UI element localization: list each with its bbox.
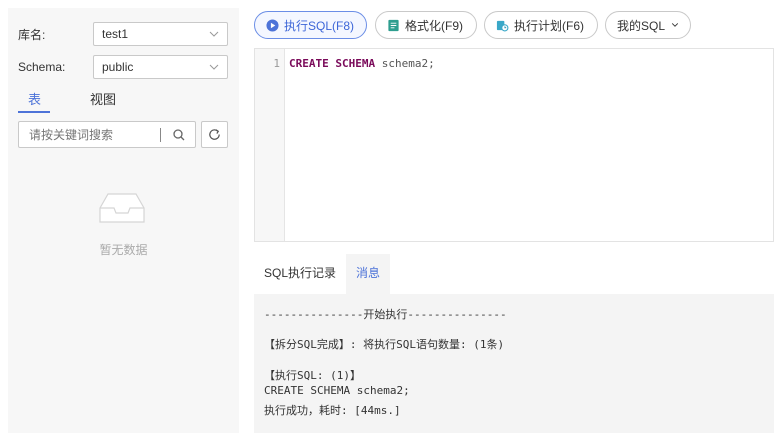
- format-label: 格式化(F9): [405, 18, 463, 33]
- run-sql-button[interactable]: 执行SQL(F8): [254, 11, 367, 39]
- tab-tables-label: 表: [28, 92, 42, 107]
- result-tabs: SQL执行记录 消息: [254, 254, 391, 294]
- tab-tables[interactable]: 表: [18, 92, 80, 114]
- object-type-tabs: 表 视图: [18, 92, 142, 114]
- format-icon: [388, 19, 399, 31]
- sql-keyword: CREATE: [289, 57, 329, 70]
- refresh-icon: [209, 129, 220, 140]
- play-icon: [266, 18, 279, 32]
- my-sql-dropdown[interactable]: 我的SQL: [605, 11, 691, 39]
- sql-code-line[interactable]: CREATE SCHEMA schema2;: [289, 57, 435, 70]
- explain-plan-button[interactable]: 执行计划(F6): [484, 11, 598, 39]
- format-button[interactable]: 格式化(F9): [375, 11, 477, 39]
- messages-panel: ---------------开始执行--------------- 【拆分SQ…: [254, 294, 774, 433]
- tab-views[interactable]: 视图: [80, 92, 142, 114]
- search-box: [18, 121, 196, 148]
- tab-messages[interactable]: 消息: [346, 254, 391, 294]
- active-tab-underline: [18, 111, 50, 113]
- sql-identifier: schema2;: [375, 57, 435, 70]
- refresh-button[interactable]: [201, 121, 228, 148]
- message-line: ---------------开始执行---------------: [264, 308, 507, 321]
- schema-select-value: public: [102, 60, 134, 74]
- message-line: 执行成功，耗时: [44ms.]: [264, 404, 401, 417]
- search-divider: [160, 128, 161, 142]
- schema-select[interactable]: public: [93, 55, 228, 79]
- object-browser-panel: 库名: test1 Schema: public 表 视图 暂无数据: [8, 8, 239, 433]
- tab-views-label: 视图: [90, 92, 117, 107]
- database-row: 库名: test1: [18, 22, 228, 46]
- line-number: 1: [273, 57, 280, 70]
- database-select[interactable]: test1: [93, 22, 228, 46]
- schema-row: Schema: public: [18, 55, 228, 79]
- sql-editor[interactable]: 1 CREATE SCHEMA schema2;: [254, 48, 774, 242]
- chevron-down-icon: [209, 31, 219, 37]
- search-input[interactable]: [20, 123, 158, 146]
- message-line: 【拆分SQL完成】: 将执行SQL语句数量: (1条): [264, 338, 505, 351]
- search-icon[interactable]: [171, 127, 187, 143]
- message-line: 【执行SQL: (1)】: [264, 369, 361, 382]
- schema-label: Schema:: [18, 60, 66, 74]
- database-select-value: test1: [102, 27, 129, 41]
- empty-inbox-icon: [99, 193, 145, 223]
- line-number-gutter: 1: [255, 49, 285, 241]
- run-sql-label: 执行SQL(F8): [284, 18, 355, 33]
- message-line: CREATE SCHEMA schema2;: [264, 384, 410, 397]
- empty-state-text: 暂无数据: [99, 243, 148, 257]
- my-sql-label: 我的SQL: [617, 18, 666, 33]
- execution-plan-icon: [496, 20, 509, 31]
- explain-plan-label: 执行计划(F6): [514, 18, 584, 33]
- sql-keyword: SCHEMA: [335, 57, 376, 70]
- database-label: 库名:: [18, 27, 46, 42]
- tab-sql-history[interactable]: SQL执行记录: [254, 254, 346, 294]
- chevron-down-icon: [671, 23, 679, 27]
- chevron-down-icon: [209, 64, 219, 70]
